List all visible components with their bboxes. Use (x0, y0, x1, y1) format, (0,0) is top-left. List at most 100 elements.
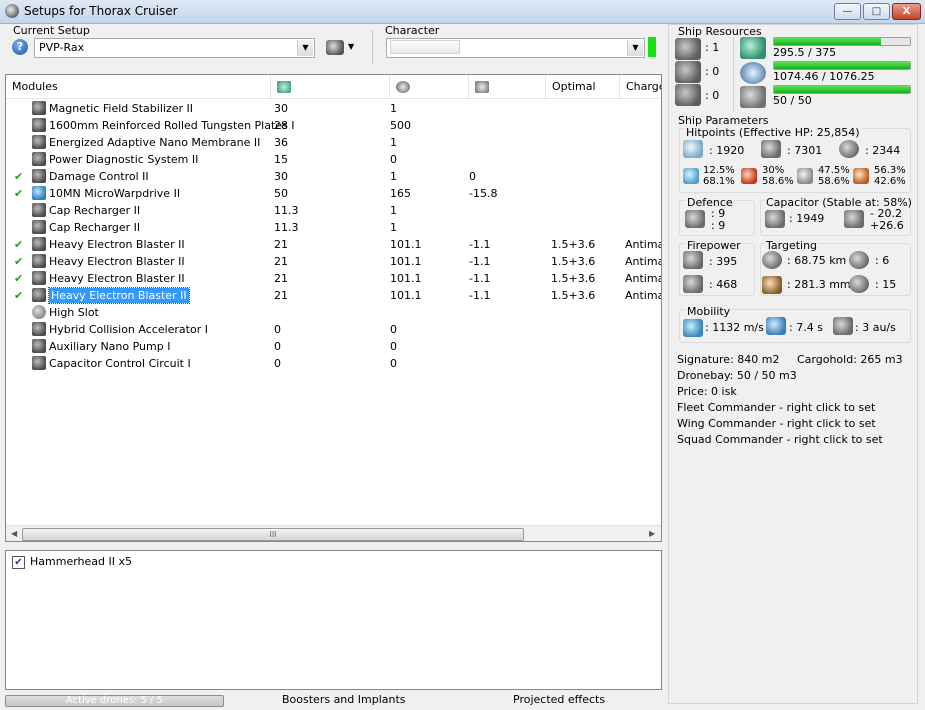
module-row[interactable]: Power Diagnostic System II 15 0 (6, 151, 661, 168)
column-header-powergrid[interactable] (390, 75, 469, 99)
speed-value: : 1132 m/s (705, 321, 764, 334)
module-row[interactable]: High Slot (6, 304, 661, 321)
module-opt-cell: 1.5+3.6 (551, 255, 596, 268)
module-name[interactable]: Heavy Electron Blaster II (49, 237, 185, 252)
module-row[interactable]: Capacitor Control Circuit I 0 0 (6, 355, 661, 372)
scan-resolution-icon (762, 276, 782, 294)
module-name[interactable]: Auxiliary Nano Pump I (49, 339, 170, 354)
turret-hardpoint-icon (675, 38, 701, 60)
drone-checkbox[interactable]: ✔ (12, 556, 25, 569)
horizontal-scrollbar[interactable]: ◀ III ▶ (6, 525, 661, 541)
calibration-icon (675, 84, 701, 106)
module-name[interactable]: Magnetic Field Stabilizer II (49, 101, 193, 116)
module-active-check-icon: ✔ (14, 238, 24, 251)
scroll-left-icon[interactable]: ◀ (11, 529, 17, 538)
module-name[interactable]: Cap Recharger II (49, 203, 140, 218)
launcher-hardpoint-icon (675, 61, 701, 83)
empty-slot-icon (32, 305, 46, 319)
module-row[interactable]: Energized Adaptive Nano Membrane II 36 1 (6, 134, 661, 151)
powergrid-value: 1074.46 / 1076.25 (773, 70, 875, 83)
structure-icon (839, 140, 859, 158)
module-name[interactable]: Heavy Electron Blaster II (49, 271, 185, 286)
module-row[interactable]: ✔ Heavy Electron Blaster II 21 101.1 -1.1 1.5… (6, 270, 661, 287)
module-name[interactable]: Heavy Electron Blaster II (48, 287, 190, 304)
column-header-charge[interactable]: Charge (620, 75, 661, 99)
module-name[interactable]: Cap Recharger II (49, 220, 140, 235)
modules-list[interactable]: Modules Optimal Charge Magnetic Field St… (5, 74, 662, 542)
cpu-bar (773, 37, 911, 46)
fleet-commander-slot[interactable]: Fleet Commander - right click to set (677, 401, 875, 414)
blaster-icon (32, 288, 46, 302)
column-header-capacitor[interactable] (469, 75, 546, 99)
module-name[interactable]: Hybrid Collision Accelerator I (49, 322, 208, 337)
module-charge-cell: Antimat (625, 255, 661, 268)
column-header-cpu[interactable] (271, 75, 390, 99)
projected-effects-tab[interactable]: Projected effects (513, 693, 605, 706)
character-label: Character (385, 24, 440, 37)
module-name[interactable]: 10MN MicroWarpdrive II (49, 186, 180, 201)
module-row[interactable]: ✔ Heavy Electron Blaster II 21 101.1 -1.1 1.5… (6, 287, 661, 304)
setup-menu-chevron-icon[interactable]: ▼ (348, 42, 354, 51)
dronebay-value: Dronebay: 50 / 50 m3 (677, 369, 797, 382)
module-row[interactable]: ✔ 10MN MicroWarpdrive II 50 165 -15.8 (6, 185, 661, 202)
capacitor-delta-2: +26.6 (870, 219, 904, 232)
module-name[interactable]: Damage Control II (49, 169, 149, 184)
boosters-implants-tab[interactable]: Boosters and Implants (282, 693, 406, 706)
module-row[interactable]: Cap Recharger II 11.3 1 (6, 219, 661, 236)
module-name[interactable]: 1600mm Reinforced Rolled Tungsten Plates… (49, 118, 295, 133)
module-active-check-icon: ✔ (14, 187, 24, 200)
setup-select[interactable]: PVP-Rax ▼ (34, 38, 315, 58)
defence-icon (685, 210, 705, 228)
help-icon[interactable]: ? (12, 39, 28, 55)
mobility-label: Mobility (686, 305, 732, 318)
module-c1-cell: 30 (274, 102, 288, 115)
scan-resolution-value: : 281.3 mm (787, 278, 851, 291)
capacitor-icon (475, 81, 489, 93)
module-c2-cell: 0 (390, 340, 397, 353)
target-range-icon (762, 251, 782, 269)
drone-bay-icon (740, 86, 766, 108)
hitpoints-label: Hitpoints (Effective HP: 25,854) (685, 126, 861, 139)
module-row[interactable]: ✔ Damage Control II 30 1 0 (6, 168, 661, 185)
module-row[interactable]: Magnetic Field Stabilizer II 30 1 (6, 100, 661, 117)
module-name[interactable]: High Slot (49, 305, 99, 320)
price-value: Price: 0 isk (677, 385, 737, 398)
module-opt-cell: 1.5+3.6 (551, 289, 596, 302)
module-row[interactable]: Auxiliary Nano Pump I 0 0 (6, 338, 661, 355)
scrollbar-thumb[interactable]: III (22, 528, 524, 541)
module-charge-cell: Antimat (625, 272, 661, 285)
rig-icon (32, 356, 46, 370)
module-name[interactable]: Power Diagnostic System II (49, 152, 198, 167)
module-name[interactable]: Energized Adaptive Nano Membrane II (49, 135, 260, 150)
minimize-button[interactable]: — (834, 3, 861, 20)
module-row[interactable]: 1600mm Reinforced Rolled Tungsten Plates… (6, 117, 661, 134)
powergrid-bar-fill (774, 62, 910, 69)
setup-menu-icon[interactable] (326, 40, 344, 55)
module-c1-cell: 0 (274, 357, 281, 370)
drones-list[interactable]: ✔ Hammerhead II x5 (5, 550, 662, 690)
wing-commander-slot[interactable]: Wing Commander - right click to set (677, 417, 876, 430)
column-header-modules[interactable]: Modules (6, 75, 271, 99)
target-range-value: : 68.75 km (787, 254, 847, 267)
character-field-highlight (390, 40, 460, 54)
module-name[interactable]: Heavy Electron Blaster II (49, 254, 185, 269)
powergrid-bar (773, 61, 911, 70)
module-row[interactable]: ✔ Heavy Electron Blaster II 21 101.1 -1.1 1.5… (6, 236, 661, 253)
chevron-down-icon: ▼ (627, 40, 643, 56)
drone-bay-bar (773, 85, 911, 94)
armor-plate-icon (32, 118, 46, 132)
maximize-button[interactable]: □ (863, 3, 890, 20)
squad-commander-slot[interactable]: Squad Commander - right click to set (677, 433, 883, 446)
module-c1-cell: 11.3 (274, 221, 299, 234)
scroll-right-icon[interactable]: ▶ (649, 529, 655, 538)
drone-item-label[interactable]: Hammerhead II x5 (30, 555, 132, 568)
close-button[interactable]: X (892, 3, 921, 20)
em-resist-shield: 12.5% (703, 165, 735, 176)
module-row[interactable]: Hybrid Collision Accelerator I 0 0 (6, 321, 661, 338)
module-name[interactable]: Capacitor Control Circuit I (49, 356, 191, 371)
active-drones-tab[interactable]: Active drones: 5 / 5 (5, 695, 224, 707)
module-row[interactable]: Cap Recharger II 11.3 1 (6, 202, 661, 219)
module-row[interactable]: ✔ Heavy Electron Blaster II 21 101.1 -1.1 1.5… (6, 253, 661, 270)
kinetic-resist-shield: 47.5% (818, 165, 850, 176)
column-header-optimal[interactable]: Optimal (546, 75, 620, 99)
